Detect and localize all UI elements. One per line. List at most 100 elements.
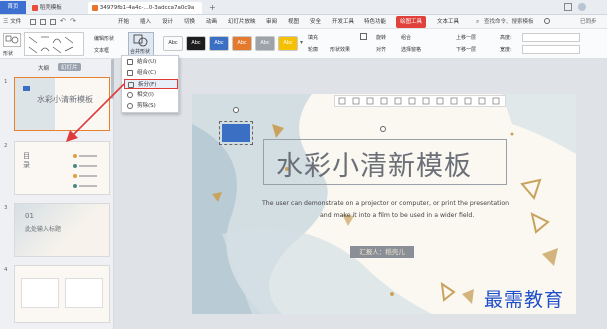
up-layer-button[interactable]: 上移一层 bbox=[456, 34, 476, 41]
menu-item-union[interactable]: 结合(U) bbox=[124, 57, 178, 67]
editing-canvas: 水彩小清新模板 The user can demonstrate on a pr… bbox=[114, 59, 607, 329]
group-button[interactable]: 组合 bbox=[401, 34, 411, 41]
thumb-section-number: 01 bbox=[25, 212, 34, 220]
slide-number: 4 bbox=[4, 267, 8, 273]
new-tab-button[interactable]: + bbox=[205, 2, 215, 14]
rotate-handle-icon[interactable] bbox=[380, 126, 386, 132]
shape-style-4[interactable]: Abc bbox=[232, 36, 252, 51]
menu-item-intersect[interactable]: 相交(I) bbox=[124, 90, 178, 100]
toc-bullet bbox=[73, 184, 77, 188]
menu-item-fragment[interactable]: 拆分(F) bbox=[124, 79, 178, 89]
layout-icon[interactable] bbox=[564, 3, 572, 11]
print-icon[interactable] bbox=[40, 19, 46, 25]
slide-thumb-4[interactable] bbox=[14, 265, 110, 323]
menu-review[interactable]: 审阅 bbox=[266, 17, 277, 27]
select-pane-button[interactable]: 选择窗格 bbox=[401, 46, 421, 53]
search-input[interactable]: 查找命令、搜索模板 bbox=[484, 17, 534, 27]
tab-docer-template[interactable]: 稻壳模板 bbox=[28, 2, 86, 14]
shape-style-1[interactable]: Abc bbox=[163, 36, 183, 51]
menu-insert[interactable]: 插入 bbox=[140, 17, 151, 27]
redo-icon[interactable]: ↷ bbox=[70, 17, 76, 25]
avatar[interactable] bbox=[578, 3, 586, 11]
height-field[interactable] bbox=[522, 33, 580, 42]
menu-dev-tools[interactable]: 开发工具 bbox=[332, 17, 354, 27]
undo-icon[interactable]: ↶ bbox=[60, 17, 66, 25]
tab-home[interactable]: 首页 bbox=[0, 1, 26, 14]
edit-shape-button[interactable]: 编辑形状 bbox=[94, 35, 114, 42]
style-more-icon[interactable]: ▾ bbox=[300, 39, 303, 46]
menu-view[interactable]: 视图 bbox=[288, 17, 299, 27]
quick-toolbar-icons[interactable] bbox=[335, 96, 505, 106]
preview-icon[interactable] bbox=[50, 19, 56, 25]
thumb-card bbox=[65, 278, 103, 308]
rotate-handle-icon[interactable] bbox=[233, 107, 239, 113]
menu-item-label: 拆分(F) bbox=[138, 82, 157, 88]
cloud-icon[interactable] bbox=[544, 18, 550, 24]
slide-body-line-1: The user can demonstrate on a projector … bbox=[262, 200, 510, 207]
thumb-blue-shape bbox=[23, 86, 30, 91]
combine-shape-button[interactable]: 合并形状 bbox=[128, 32, 154, 56]
menu-item-combine[interactable]: 组合(C) bbox=[124, 68, 178, 78]
search-icon: ⌕ bbox=[476, 18, 480, 25]
save-icon[interactable] bbox=[30, 19, 36, 25]
menu-item-label: 相交(I) bbox=[137, 92, 154, 98]
menu-item-label: 剪除(S) bbox=[137, 103, 156, 109]
width-label: 宽度: bbox=[500, 47, 512, 53]
slide-body-line-2: and make it into a film to be used in a … bbox=[320, 212, 475, 219]
slide-number: 1 bbox=[4, 79, 8, 85]
menu-drawing-tools[interactable]: 绘图工具 bbox=[396, 16, 427, 28]
line-shapes-gallery[interactable] bbox=[24, 32, 84, 56]
thumb-toc-title: 目 录 bbox=[23, 152, 30, 169]
shape-style-2[interactable]: Abc bbox=[186, 36, 206, 51]
menu-item-subtract[interactable]: 剪除(S) bbox=[124, 101, 178, 111]
menu-item-label: 组合(C) bbox=[137, 70, 157, 76]
menu-transition[interactable]: 切换 bbox=[184, 17, 195, 27]
tab-bar: 首页 稻壳模板 34979fb1-4a4c-...0-3adcca7a0c9a … bbox=[0, 0, 607, 15]
align-icon bbox=[360, 33, 367, 40]
menu-home[interactable]: 开始 bbox=[118, 17, 129, 27]
thumb-section-title: 此处输入标题 bbox=[25, 226, 62, 233]
current-slide[interactable]: 水彩小清新模板 The user can demonstrate on a pr… bbox=[192, 94, 576, 314]
shape-label[interactable]: 形状 bbox=[3, 50, 13, 57]
thumb-card bbox=[21, 278, 59, 308]
shape-gallery[interactable] bbox=[3, 33, 21, 47]
slide-thumb-2[interactable]: 目 录 bbox=[14, 141, 110, 195]
toc-bullet bbox=[73, 174, 77, 178]
slide-title: 水彩小清新模板 bbox=[276, 151, 472, 182]
menu-item-label: 结合(U) bbox=[137, 59, 157, 65]
shape-style-5[interactable]: Abc bbox=[255, 36, 275, 51]
toc-bullet bbox=[73, 164, 77, 168]
menu-bar: 三 文件 ↶ ↷ 开始 插入 设计 切换 动画 幻灯片放映 审阅 视图 安全 开… bbox=[0, 15, 607, 29]
down-layer-button[interactable]: 下移一层 bbox=[456, 46, 476, 53]
textbox-button[interactable]: 文本框 bbox=[94, 47, 109, 54]
tab-slides[interactable]: 幻灯片 bbox=[58, 63, 81, 71]
shape-style-6[interactable]: Abc bbox=[278, 36, 298, 51]
menu-text-tools[interactable]: 文本工具 bbox=[437, 17, 459, 27]
toc-line bbox=[79, 155, 97, 157]
height-label: 高度: bbox=[500, 35, 512, 41]
menu-features[interactable]: 特色功能 bbox=[364, 17, 386, 27]
menu-animation[interactable]: 动画 bbox=[206, 17, 217, 27]
outline-button[interactable]: 轮廓 bbox=[308, 46, 318, 53]
align-button[interactable]: 对齐 bbox=[376, 46, 386, 53]
slide-thumb-3[interactable]: 01 此处输入标题 bbox=[14, 203, 110, 257]
tab-document[interactable]: 34979fb1-4a4c-...0-3adcca7a0c9a bbox=[88, 2, 202, 14]
tab-document-label: 34979fb1-4a4c-...0-3adcca7a0c9a bbox=[99, 5, 195, 11]
sync-status[interactable]: 已同步 bbox=[580, 17, 597, 27]
tab-outline[interactable]: 大纲 bbox=[38, 64, 49, 72]
toc-line bbox=[79, 185, 97, 187]
menu-file[interactable]: 三 文件 bbox=[3, 17, 21, 27]
fill-button[interactable]: 填充 bbox=[308, 34, 318, 41]
menu-design[interactable]: 设计 bbox=[162, 17, 173, 27]
combine-shape-label: 合并形状 bbox=[130, 49, 151, 55]
shape-style-3[interactable]: Abc bbox=[209, 36, 229, 51]
menu-slideshow[interactable]: 幻灯片放映 bbox=[228, 17, 256, 27]
combine-icon bbox=[127, 70, 133, 76]
slide-number: 2 bbox=[4, 143, 8, 149]
line-shapes-icon bbox=[28, 36, 74, 54]
menu-security[interactable]: 安全 bbox=[310, 17, 321, 27]
rotate-button[interactable]: 旋转 bbox=[376, 34, 386, 41]
shape-effect-button[interactable]: 形状效果 bbox=[330, 46, 350, 53]
combine-shape-icon bbox=[133, 34, 148, 47]
width-field[interactable] bbox=[522, 45, 580, 54]
